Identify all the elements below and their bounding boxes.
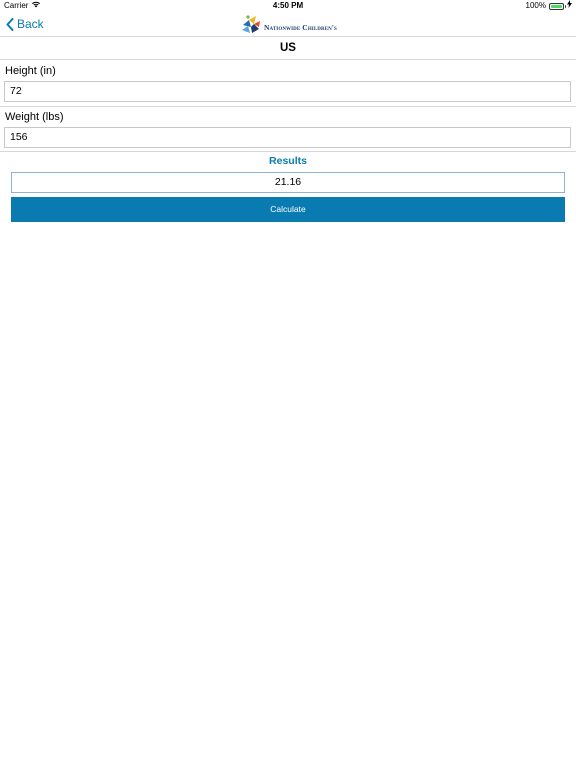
chevron-left-icon xyxy=(6,17,14,31)
battery-percent: 100% xyxy=(525,1,546,10)
divider xyxy=(0,151,576,152)
back-label: Back xyxy=(17,17,44,31)
logo-mark-icon xyxy=(242,15,260,33)
nav-bar: Back Nationwide Children's xyxy=(0,12,576,37)
height-label: Height (in) xyxy=(5,65,56,77)
page-title: US xyxy=(0,37,576,60)
charging-icon xyxy=(567,0,572,12)
battery-icon xyxy=(549,2,566,10)
weight-label: Weight (lbs) xyxy=(5,111,64,123)
weight-input[interactable]: 156 xyxy=(4,127,571,148)
calculate-button[interactable]: Calculate xyxy=(11,197,565,222)
status-time: 4:50 PM xyxy=(272,1,304,10)
back-button[interactable]: Back xyxy=(6,15,44,33)
nationwide-childrens-logo: Nationwide Children's xyxy=(240,13,337,35)
logo-text: Nationwide Children's xyxy=(264,22,337,32)
battery-fill xyxy=(551,4,562,8)
height-input[interactable]: 72 xyxy=(4,81,571,102)
status-right: 100% xyxy=(526,0,572,12)
divider xyxy=(0,106,576,107)
results-value: 21.16 xyxy=(11,172,565,193)
status-bar: Carrier 4:50 PM 100% xyxy=(0,0,576,12)
results-label: Results xyxy=(269,155,307,167)
battery-cap xyxy=(564,5,566,8)
